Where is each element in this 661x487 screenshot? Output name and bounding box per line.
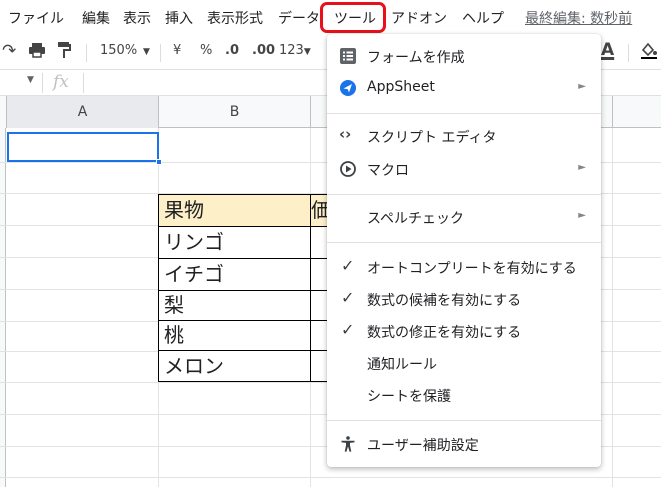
currency-button[interactable]: ¥	[173, 43, 181, 58]
percent-button[interactable]: %	[200, 43, 212, 58]
menu-item-label: シートを保護	[367, 389, 451, 405]
menu-item-label: スクリプト エディタ	[367, 130, 497, 146]
text-color-icon[interactable]: A	[601, 40, 614, 60]
toolbar-separator	[628, 44, 629, 62]
row-header-strip[interactable]	[0, 128, 6, 487]
menu-item-autocomplete[interactable]: ✓ オートコンプリートを有効にする	[327, 252, 601, 282]
form-icon	[339, 47, 357, 65]
print-icon[interactable]	[28, 41, 46, 63]
fill-color-icon[interactable]	[640, 41, 658, 63]
menu-view[interactable]: 表示	[123, 8, 151, 28]
menu-item-label: マクロ	[367, 163, 409, 179]
macro-icon	[339, 160, 357, 178]
menu-separator	[327, 194, 601, 195]
last-edit-link[interactable]: 最終編集: 数秒前	[525, 8, 632, 28]
menu-item-label: オートコンプリートを有効にする	[367, 261, 577, 277]
toolbar-separator	[160, 44, 161, 62]
menu-item-protect-sheet[interactable]: シートを保護	[327, 380, 601, 410]
menu-item-formula-suggestions[interactable]: ✓ 数式の候補を有効にする	[327, 284, 601, 314]
menu-item-create-form[interactable]: フォームを作成	[327, 41, 601, 71]
chevron-down-icon: ▼	[143, 47, 150, 57]
menu-item-notification-rules[interactable]: 通知ルール	[327, 348, 601, 378]
checkmark-icon: ✓	[341, 288, 355, 307]
menu-item-macros[interactable]: マクロ ►	[327, 154, 601, 184]
decrease-decimal-button[interactable]: .0	[225, 43, 239, 58]
redo-icon[interactable]: ↷	[2, 41, 16, 61]
corner-cell[interactable]	[0, 96, 7, 128]
grid-line	[612, 128, 613, 487]
menu-separator	[327, 113, 601, 114]
table-row[interactable]: メロン	[158, 350, 311, 382]
formula-input[interactable]	[86, 72, 326, 94]
toolbar-separator	[86, 44, 87, 62]
menu-item-appsheet[interactable]: AppSheet ►	[327, 73, 601, 103]
menu-item-accessibility[interactable]: ユーザー補助設定	[327, 429, 601, 459]
paint-format-icon[interactable]	[56, 41, 72, 63]
menu-format[interactable]: 表示形式	[207, 8, 263, 28]
menu-item-label: ユーザー補助設定	[367, 438, 479, 454]
menu-item-label: スペルチェック	[367, 211, 465, 227]
menu-bar: ファイル 編集 表示 挿入 表示形式 データ ツール アドオン ヘルプ 最終編集…	[0, 0, 661, 36]
formula-separator	[83, 73, 84, 93]
fx-icon: fx	[53, 72, 69, 92]
menu-item-label: 数式の候補を有効にする	[367, 293, 522, 309]
column-header-b[interactable]: B	[159, 96, 311, 128]
tools-dropdown-menu: フォームを作成 AppSheet ► ‹› スクリプト エディタ マクロ ► ス…	[327, 34, 601, 467]
menu-item-label: 数式の修正を有効にする	[367, 325, 522, 341]
checkmark-icon: ✓	[341, 256, 355, 275]
menu-item-script-editor[interactable]: ‹› スクリプト エディタ	[327, 121, 601, 151]
column-header-a[interactable]: A	[7, 96, 159, 128]
menu-edit[interactable]: 編集	[82, 8, 110, 28]
table-row[interactable]: 桃	[158, 320, 311, 351]
menu-item-spellcheck[interactable]: スペルチェック ►	[327, 202, 601, 232]
more-formats-button[interactable]: 123▼	[279, 43, 311, 58]
zoom-select[interactable]: 150%	[100, 43, 137, 58]
increase-decimal-button[interactable]: .00	[252, 43, 275, 58]
menu-insert[interactable]: 挿入	[165, 8, 193, 28]
menu-addons[interactable]: アドオン	[391, 8, 447, 28]
fill-handle[interactable]	[156, 159, 162, 165]
selected-cell-a1[interactable]	[7, 132, 159, 162]
submenu-arrow-icon: ►	[578, 210, 586, 221]
grid-line	[0, 477, 661, 478]
checkmark-icon: ✓	[341, 320, 355, 339]
formula-separator	[42, 73, 43, 93]
submenu-arrow-icon: ►	[578, 162, 586, 173]
menu-item-formula-corrections[interactable]: ✓ 数式の修正を有効にする	[327, 316, 601, 346]
table-row[interactable]: 梨	[158, 290, 311, 321]
menu-file[interactable]: ファイル	[8, 8, 64, 28]
table-header-cell[interactable]: 果物	[158, 194, 311, 227]
submenu-arrow-icon: ►	[578, 81, 586, 92]
appsheet-icon	[339, 79, 357, 97]
menu-separator	[327, 242, 601, 243]
code-icon: ‹›	[339, 125, 352, 143]
menu-help[interactable]: ヘルプ	[462, 8, 504, 28]
menu-item-label: フォームを作成	[367, 50, 465, 66]
chevron-down-icon[interactable]: ▼	[27, 75, 34, 85]
menu-item-label: 通知ルール	[367, 357, 437, 373]
menu-data[interactable]: データ	[278, 8, 322, 28]
accessibility-icon	[339, 435, 357, 453]
table-row[interactable]: イチゴ	[158, 258, 311, 291]
menu-tools[interactable]: ツール	[334, 8, 376, 28]
menu-separator	[327, 420, 601, 421]
menu-item-label: AppSheet	[367, 79, 435, 95]
table-row[interactable]: リンゴ	[158, 226, 311, 259]
